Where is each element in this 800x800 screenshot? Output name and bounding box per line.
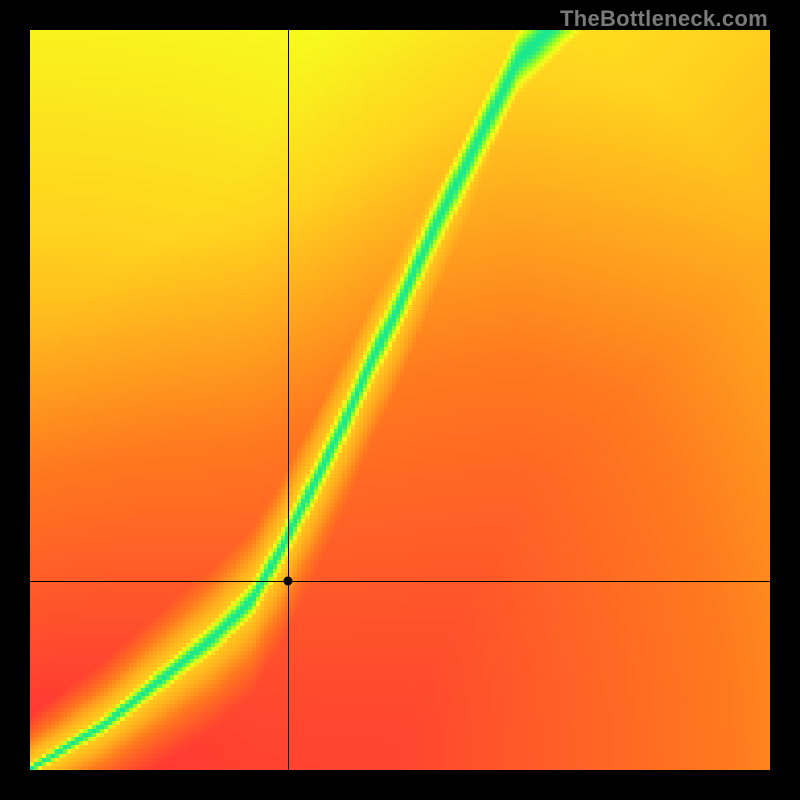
crosshair-vertical [288,30,289,770]
selection-marker [283,577,292,586]
heatmap-plot [30,30,770,770]
heatmap-canvas [30,30,770,770]
crosshair-horizontal [30,581,770,582]
chart-frame: TheBottleneck.com [0,0,800,800]
watermark-text: TheBottleneck.com [560,6,768,32]
